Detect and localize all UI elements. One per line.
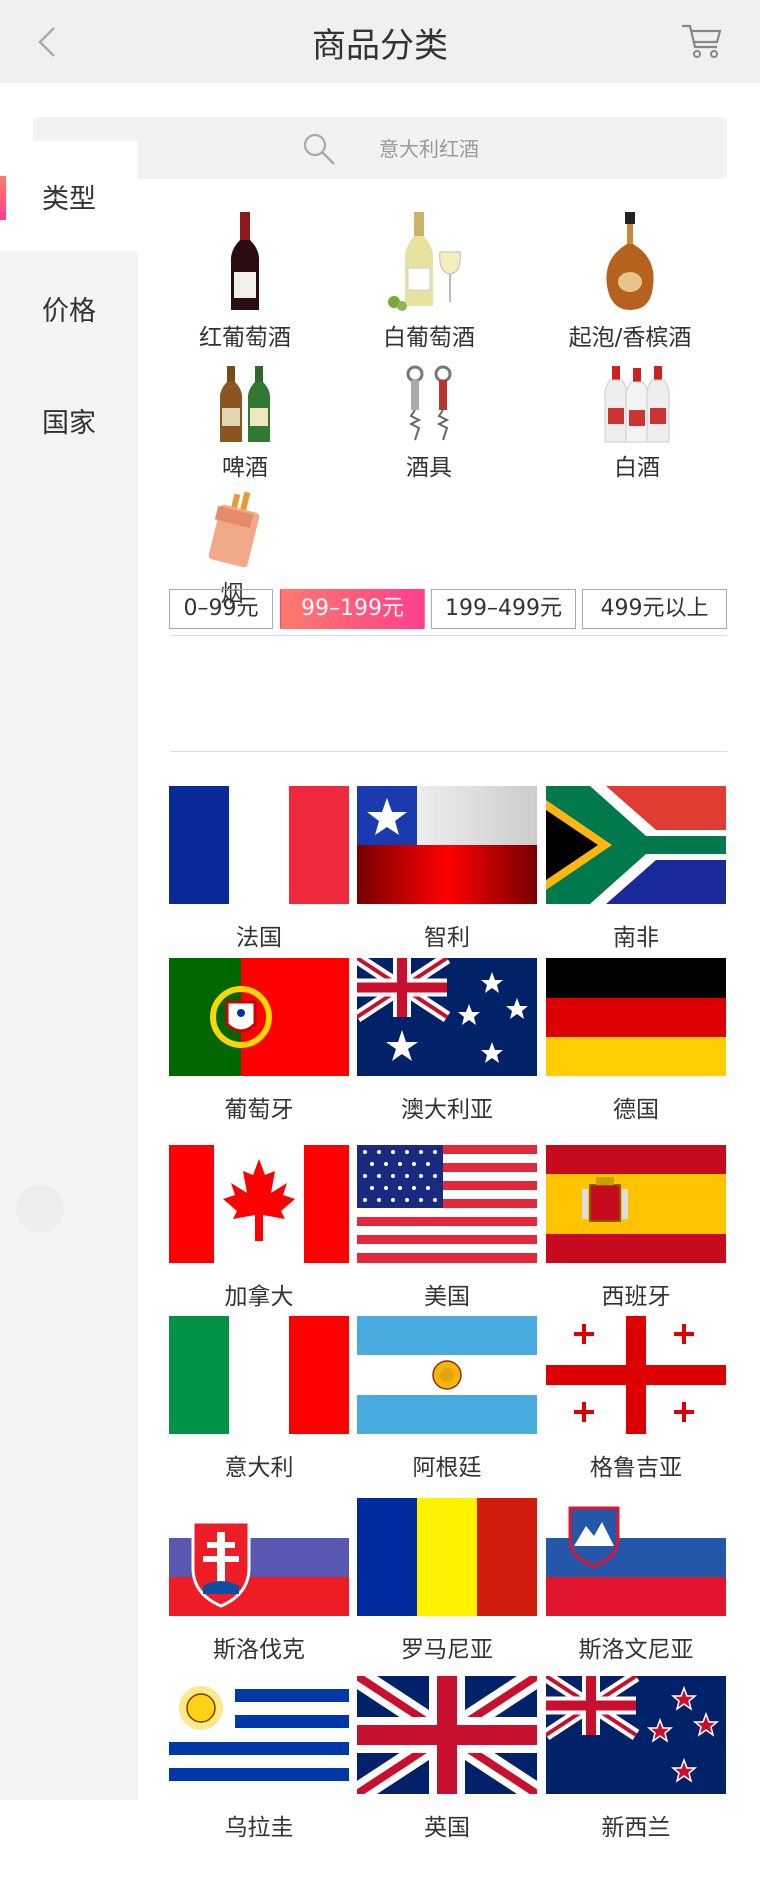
category-label: 白葡萄酒 <box>383 325 475 351</box>
chile-flag-icon <box>357 786 537 904</box>
country-australia[interactable]: 澳大利亚 <box>357 958 537 1124</box>
country-germany[interactable]: 德国 <box>546 958 726 1124</box>
usa-flag-icon <box>357 1145 537 1263</box>
uruguay-flag-icon <box>169 1676 349 1794</box>
cigarette-pack-icon <box>208 491 260 568</box>
country-uk[interactable]: 英国 <box>357 1676 537 1842</box>
sidebar-item-country[interactable]: 国家 <box>0 365 138 475</box>
country-slovakia[interactable]: 斯洛伐克 <box>169 1498 349 1664</box>
price-filter-499-plus[interactable]: 499元以上 <box>582 589 727 629</box>
country-argentina[interactable]: 阿根廷 <box>357 1316 537 1482</box>
cart-icon[interactable] <box>680 20 724 60</box>
divider <box>170 751 727 752</box>
category-red-wine[interactable]: 红葡萄酒 <box>170 210 320 352</box>
category-label: 酒具 <box>406 455 452 481</box>
price-filter-199-499[interactable]: 199–499元 <box>431 589 576 629</box>
country-portugal[interactable]: 葡萄牙 <box>169 958 349 1124</box>
sidebar-item-label: 类型 <box>42 184 96 215</box>
france-flag-icon <box>169 786 349 904</box>
romania-flag-icon <box>357 1498 537 1616</box>
country-label: 加拿大 <box>224 1284 294 1310</box>
country-label: 澳大利亚 <box>401 1097 493 1123</box>
sidebar: 类型 价格 国家 <box>0 141 138 1800</box>
country-label: 罗马尼亚 <box>401 1637 493 1663</box>
nav-bar: 商品分类 <box>0 0 760 83</box>
germany-flag-icon <box>546 958 726 1076</box>
category-label: 啤酒 <box>222 455 268 481</box>
country-label: 斯洛文尼亚 <box>578 1637 694 1663</box>
country-italy[interactable]: 意大利 <box>169 1316 349 1482</box>
red-wine-bottle-icon <box>230 212 260 310</box>
country-label: 南非 <box>613 925 659 951</box>
country-romania[interactable]: 罗马尼亚 <box>357 1498 537 1664</box>
country-usa[interactable]: 美国 <box>357 1145 537 1311</box>
argentina-flag-icon <box>357 1316 537 1434</box>
country-slovenia[interactable]: 斯洛文尼亚 <box>546 1498 726 1664</box>
spain-flag-icon <box>546 1145 726 1263</box>
search-icon <box>303 133 335 165</box>
country-label: 新西兰 <box>601 1815 671 1841</box>
australia-flag-icon <box>357 958 537 1076</box>
baijiu-bottles-icon <box>604 366 670 443</box>
country-label: 智利 <box>424 925 470 951</box>
search-placeholder: 意大利红酒 <box>379 137 479 161</box>
country-new-zealand[interactable]: 新西兰 <box>546 1676 726 1842</box>
sidebar-item-label: 国家 <box>42 408 96 439</box>
country-label: 葡萄牙 <box>224 1097 294 1123</box>
country-label: 斯洛伐克 <box>213 1637 305 1663</box>
country-label: 英国 <box>424 1815 470 1841</box>
country-south-africa[interactable]: 南非 <box>546 786 726 952</box>
country-label: 乌拉圭 <box>224 1815 294 1841</box>
category-label: 起泡/香槟酒 <box>568 325 692 351</box>
floating-assist-button[interactable] <box>16 1185 64 1233</box>
category-white-wine[interactable]: 白葡萄酒 <box>354 210 504 352</box>
new-zealand-flag-icon <box>546 1676 726 1794</box>
portugal-flag-icon <box>169 958 349 1076</box>
beer-bottles-icon <box>219 366 271 442</box>
sidebar-item-price[interactable]: 价格 <box>0 253 138 363</box>
italy-flag-icon <box>169 1316 349 1434</box>
page-title: 商品分类 <box>312 26 448 66</box>
category-label: 红葡萄酒 <box>199 325 291 351</box>
georgia-flag-icon <box>546 1316 726 1434</box>
cognac-bottle-icon <box>606 212 654 310</box>
country-spain[interactable]: 西班牙 <box>546 1145 726 1311</box>
category-label: 白酒 <box>614 455 660 481</box>
slovenia-flag-icon <box>546 1498 726 1616</box>
sidebar-item-type[interactable]: 类型 <box>0 141 138 251</box>
uk-flag-icon <box>357 1676 537 1794</box>
sidebar-item-label: 价格 <box>42 296 96 327</box>
canada-flag-icon <box>169 1145 349 1263</box>
country-label: 法国 <box>236 925 282 951</box>
country-label: 美国 <box>424 1284 470 1310</box>
country-label: 德国 <box>613 1097 659 1123</box>
divider <box>170 635 727 636</box>
price-filter-99-199[interactable]: 99–199元 <box>280 589 425 629</box>
price-filter-0-99[interactable]: 0–99元 <box>169 589 273 629</box>
country-label: 意大利 <box>224 1455 294 1481</box>
country-france[interactable]: 法国 <box>169 786 349 952</box>
country-uruguay[interactable]: 乌拉圭 <box>169 1676 349 1842</box>
country-label: 阿根廷 <box>412 1455 482 1481</box>
country-canada[interactable]: 加拿大 <box>169 1145 349 1311</box>
slovakia-flag-icon <box>169 1498 349 1616</box>
corkscrew-icon <box>406 365 452 441</box>
south-africa-flag-icon <box>546 786 726 904</box>
category-beer[interactable]: 啤酒 <box>170 364 320 482</box>
country-chile[interactable]: 智利 <box>357 786 537 952</box>
country-georgia[interactable]: 格鲁吉亚 <box>546 1316 726 1482</box>
category-barware[interactable]: 酒具 <box>354 364 504 482</box>
category-sparkling[interactable]: 起泡/香槟酒 <box>555 210 705 352</box>
country-label: 西班牙 <box>601 1284 671 1310</box>
white-wine-icon <box>388 212 461 311</box>
category-baijiu[interactable]: 白酒 <box>562 364 712 482</box>
country-label: 格鲁吉亚 <box>590 1455 682 1481</box>
